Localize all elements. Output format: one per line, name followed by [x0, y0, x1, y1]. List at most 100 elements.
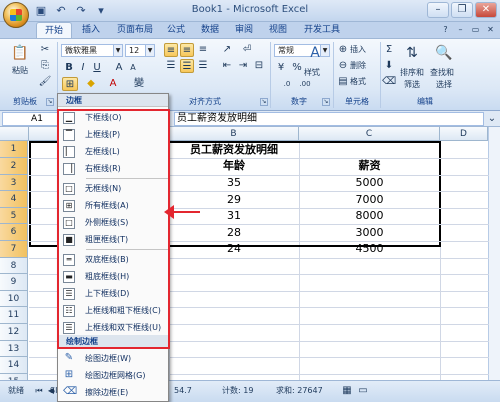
- format-cells-button[interactable]: 格式: [350, 76, 366, 88]
- row-header[interactable]: 7: [0, 241, 28, 258]
- ribbon-minimize-icon[interactable]: –: [455, 24, 466, 35]
- tab-insert[interactable]: 插入: [76, 22, 106, 38]
- format-painter-icon[interactable]: 🖌: [38, 75, 52, 89]
- tab-developer[interactable]: 开发工具: [300, 22, 344, 38]
- fill-color-icon[interactable]: ◆: [84, 77, 98, 91]
- select-all-corner[interactable]: [0, 127, 29, 141]
- tab-home[interactable]: 开始: [36, 22, 72, 38]
- menu-item-thick-bottom-border[interactable]: ▬ 粗底框线(H): [58, 268, 168, 285]
- shrink-font-icon[interactable]: A: [126, 61, 140, 75]
- row-header[interactable]: 8: [0, 257, 28, 275]
- vertical-scrollbar[interactable]: [488, 127, 500, 380]
- align-center-icon[interactable]: ☰: [180, 59, 194, 73]
- header-age-cell[interactable]: 年龄: [169, 158, 299, 174]
- menu-item-thick-box-border[interactable]: ■ 粗匣框线(T): [58, 231, 168, 248]
- tab-review[interactable]: 审阅: [230, 22, 258, 38]
- row-header[interactable]: 4: [0, 191, 28, 208]
- close-button[interactable]: ✕: [475, 2, 497, 18]
- delete-cells-button[interactable]: 删除: [350, 60, 366, 72]
- insert-cells-button[interactable]: 插入: [350, 44, 366, 56]
- menu-item-draw-border-grid[interactable]: ⊞ 绘图边框网格(G): [58, 367, 168, 384]
- align-middle-icon[interactable]: ≡: [180, 43, 194, 57]
- phonetic-icon[interactable]: 變: [132, 77, 146, 91]
- sort-filter-label[interactable]: 排序和: [400, 67, 424, 79]
- merge-center-icon[interactable]: ⊟: [252, 59, 266, 73]
- currency-icon[interactable]: ¥: [274, 61, 288, 75]
- row-header[interactable]: 11: [0, 307, 28, 324]
- paste-icon[interactable]: 📋: [10, 43, 30, 63]
- menu-item-outside-borders[interactable]: □ 外侧框线(S): [58, 214, 168, 231]
- find-select-icon[interactable]: 🔍: [434, 43, 454, 63]
- autosum-icon[interactable]: Σ: [382, 43, 396, 57]
- row-header[interactable]: 6: [0, 224, 28, 241]
- row-header[interactable]: 12: [0, 324, 28, 341]
- row-header[interactable]: 10: [0, 290, 28, 308]
- row-header[interactable]: 13: [0, 340, 28, 358]
- find-select-label-2[interactable]: 选择: [436, 79, 452, 91]
- orientation-icon[interactable]: ↗: [220, 43, 234, 57]
- cut-icon[interactable]: ✂: [38, 43, 52, 57]
- align-left-icon[interactable]: ☰: [164, 59, 178, 73]
- row-header[interactable]: 5: [0, 207, 28, 225]
- bold-icon[interactable]: B: [62, 61, 76, 75]
- insert-cells-icon[interactable]: ⊕: [336, 43, 350, 57]
- row-header[interactable]: 3: [0, 174, 28, 192]
- age-cell[interactable]: 28: [169, 225, 299, 241]
- undo-icon[interactable]: ↶: [54, 4, 68, 18]
- fill-icon[interactable]: ⬇: [382, 59, 396, 73]
- menu-item-bottom-border[interactable]: ▁ 下框线(O): [58, 109, 168, 126]
- copy-icon[interactable]: ⎘: [38, 59, 52, 73]
- redo-icon[interactable]: ↷: [74, 4, 88, 18]
- sort-filter-label-2[interactable]: 筛选: [404, 79, 420, 91]
- menu-item-erase-border[interactable]: ⌫ 擦除边框(E): [58, 384, 168, 401]
- menu-item-top-double-bottom-border[interactable]: ☰ 上框线和双下框线(U): [58, 319, 168, 336]
- format-cells-icon[interactable]: ▤: [336, 75, 350, 89]
- normal-view-icon[interactable]: ▦: [340, 384, 354, 398]
- menu-item-double-bottom-border[interactable]: ═ 双底框线(B): [58, 251, 168, 268]
- increase-decimal-icon[interactable]: .0: [280, 77, 294, 91]
- customize-qat-icon[interactable]: ▾: [94, 4, 108, 18]
- underline-icon[interactable]: U: [90, 61, 104, 75]
- tab-view[interactable]: 视图: [264, 22, 292, 38]
- increase-indent-icon[interactable]: ⇥: [236, 59, 250, 73]
- align-bottom-icon[interactable]: ≡: [196, 43, 210, 57]
- restore-button[interactable]: ❐: [451, 2, 473, 18]
- save-icon[interactable]: ▣: [34, 4, 48, 18]
- align-top-icon[interactable]: ≡: [164, 43, 178, 57]
- row-header[interactable]: 2: [0, 158, 28, 175]
- menu-item-top-bottom-border[interactable]: ☰ 上下框线(D): [58, 285, 168, 302]
- help-icon[interactable]: ?: [440, 24, 451, 35]
- header-salary-cell[interactable]: 薪资: [299, 158, 440, 174]
- decrease-decimal-icon[interactable]: .00: [298, 77, 312, 91]
- column-header-b[interactable]: B: [169, 127, 299, 141]
- formula-input[interactable]: 员工薪资发放明细: [174, 112, 484, 126]
- styles-button[interactable]: 样式: [304, 67, 320, 79]
- number-launcher-icon[interactable]: ↘: [322, 98, 330, 106]
- border-button-icon[interactable]: ⊞: [62, 77, 78, 91]
- age-cell[interactable]: 35: [169, 175, 299, 191]
- salary-cell[interactable]: 3000: [299, 225, 440, 241]
- italic-icon[interactable]: I: [76, 61, 90, 75]
- sheet-title-cell[interactable]: 员工薪资发放明细: [169, 142, 299, 158]
- row-header[interactable]: 1: [0, 141, 28, 158]
- row-header[interactable]: 14: [0, 357, 28, 374]
- font-color-icon[interactable]: A: [106, 77, 120, 91]
- clear-icon[interactable]: ⌫: [382, 75, 396, 89]
- font-size-combo[interactable]: 12 ▼: [125, 44, 155, 57]
- minimize-button[interactable]: –: [427, 2, 449, 18]
- salary-cell[interactable]: 5000: [299, 175, 440, 191]
- column-header-d[interactable]: D: [440, 127, 488, 141]
- tab-formulas[interactable]: 公式: [162, 22, 190, 38]
- salary-cell[interactable]: 7000: [299, 192, 440, 208]
- column-header-c[interactable]: C: [299, 127, 440, 141]
- sort-filter-icon[interactable]: ⇅: [402, 43, 422, 63]
- percent-icon[interactable]: %: [290, 61, 304, 75]
- decrease-indent-icon[interactable]: ⇤: [220, 59, 234, 73]
- row-header[interactable]: 9: [0, 274, 28, 291]
- menu-item-no-border[interactable]: □ 无框线(N): [58, 180, 168, 197]
- find-select-label[interactable]: 查找和: [430, 67, 454, 79]
- menu-item-all-borders[interactable]: ⊞ 所有框线(A): [58, 197, 168, 214]
- page-layout-view-icon[interactable]: ▭: [356, 384, 370, 398]
- salary-cell[interactable]: 4500: [299, 241, 440, 257]
- expand-formula-icon[interactable]: ⌄: [486, 112, 498, 126]
